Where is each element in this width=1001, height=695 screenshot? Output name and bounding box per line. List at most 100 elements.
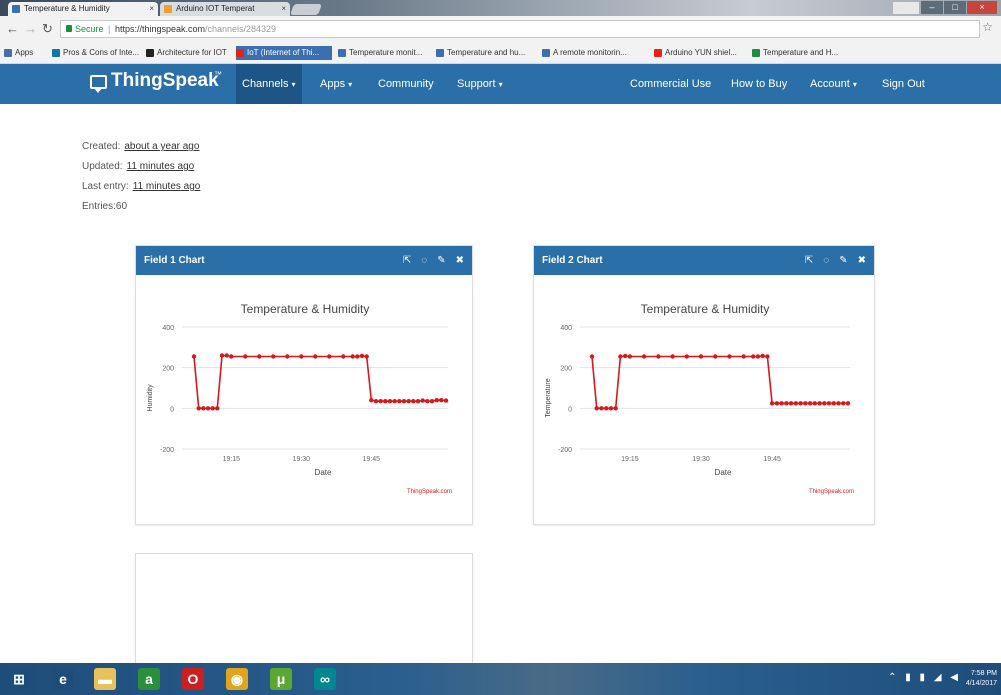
data-point[interactable]: [219, 353, 225, 358]
nav-how-to-buy[interactable]: How to Buy: [725, 64, 793, 104]
data-point[interactable]: [364, 354, 369, 359]
data-point[interactable]: [257, 354, 262, 359]
data-point[interactable]: [224, 353, 229, 358]
data-point[interactable]: [243, 354, 248, 359]
clock[interactable]: 7:58 PM 4/14/2017: [966, 669, 997, 689]
data-point[interactable]: [589, 354, 595, 359]
browser-tab-active[interactable]: Temperature & Humidity ×: [8, 2, 158, 16]
chart-credit-link[interactable]: ThingSpeak.com: [809, 489, 854, 495]
data-point[interactable]: [406, 399, 411, 404]
data-point[interactable]: [439, 398, 444, 403]
pencil-icon[interactable]: ✎: [437, 246, 445, 275]
maximize-icon[interactable]: □: [944, 1, 966, 14]
data-point[interactable]: [613, 406, 618, 411]
data-point[interactable]: [788, 401, 794, 406]
pencil-icon[interactable]: ✎: [839, 246, 847, 275]
profile-button[interactable]: [893, 2, 919, 14]
window-close-icon[interactable]: ×: [967, 1, 997, 14]
bookmark-item[interactable]: A remote monitorin...: [542, 46, 648, 60]
address-bar[interactable]: Secure | https://thingspeak.com /channel…: [60, 20, 980, 38]
data-point[interactable]: [755, 354, 761, 359]
browser-tab[interactable]: Arduino IOT Temperat ×: [160, 2, 290, 16]
data-point[interactable]: [299, 354, 304, 359]
data-point[interactable]: [812, 401, 817, 406]
data-point[interactable]: [807, 401, 813, 406]
data-point[interactable]: [191, 354, 197, 359]
data-point[interactable]: [798, 401, 803, 406]
bookmark-item[interactable]: Architecture for IOT: [146, 46, 230, 60]
data-point[interactable]: [434, 398, 439, 403]
data-point[interactable]: [784, 401, 789, 406]
last-entry-value-link[interactable]: 11 minutes ago: [133, 181, 201, 192]
data-point[interactable]: [803, 401, 808, 406]
bookmark-item[interactable]: Temperature monit...: [338, 46, 430, 60]
data-point[interactable]: [210, 406, 215, 411]
nav-sign-out[interactable]: Sign Out: [876, 64, 931, 104]
arduino-icon[interactable]: ∞: [314, 668, 336, 690]
data-point[interactable]: [196, 406, 201, 411]
file-explorer-icon[interactable]: ▬: [94, 668, 116, 690]
nav-channels[interactable]: Channels ▾: [236, 64, 302, 104]
nav-apps[interactable]: Apps ▾: [314, 64, 358, 104]
data-point[interactable]: [369, 398, 374, 403]
reload-icon[interactable]: ↻: [42, 21, 53, 37]
internet-explorer-icon[interactable]: e: [52, 668, 74, 690]
data-point[interactable]: [713, 354, 718, 359]
data-point[interactable]: [836, 401, 841, 406]
data-point[interactable]: [373, 399, 379, 404]
nav-support[interactable]: Support ▾: [451, 64, 509, 104]
nav-commercial-use[interactable]: Commercial Use: [624, 64, 717, 104]
data-point[interactable]: [608, 406, 614, 411]
data-point[interactable]: [397, 399, 402, 404]
data-point[interactable]: [618, 354, 623, 359]
data-point[interactable]: [429, 399, 435, 404]
data-point[interactable]: [215, 406, 220, 411]
data-point[interactable]: [425, 399, 430, 404]
data-point[interactable]: [313, 354, 318, 359]
windows-start-icon[interactable]: ⊞: [8, 668, 30, 690]
data-point[interactable]: [383, 399, 388, 404]
data-point[interactable]: [684, 354, 689, 359]
bookmark-star-icon[interactable]: ☆: [982, 20, 993, 34]
data-point[interactable]: [604, 406, 609, 411]
data-point[interactable]: [420, 398, 425, 403]
data-point[interactable]: [594, 406, 599, 411]
bookmark-item[interactable]: Arduino YUN shiel...: [654, 46, 746, 60]
close-icon[interactable]: ✖: [858, 246, 866, 275]
data-point[interactable]: [831, 401, 836, 406]
data-point[interactable]: [765, 354, 770, 359]
nav-account[interactable]: Account ▾: [804, 64, 863, 104]
data-point[interactable]: [627, 354, 633, 359]
data-point[interactable]: [359, 353, 365, 359]
utorrent-icon[interactable]: μ: [270, 668, 292, 690]
opera-icon[interactable]: O: [182, 668, 204, 690]
data-point[interactable]: [201, 406, 206, 411]
data-point[interactable]: [845, 401, 851, 406]
tab-close-icon[interactable]: ×: [281, 2, 286, 16]
comment-icon[interactable]: ◌: [421, 246, 427, 275]
data-point[interactable]: [392, 399, 397, 404]
close-icon[interactable]: ✖: [456, 246, 464, 275]
data-point[interactable]: [656, 354, 661, 359]
new-tab-button[interactable]: [289, 4, 323, 15]
data-point[interactable]: [670, 354, 675, 359]
data-point[interactable]: [826, 401, 832, 406]
created-value-link[interactable]: about a year ago: [124, 141, 199, 152]
comment-icon[interactable]: ◌: [823, 246, 829, 275]
data-point[interactable]: [387, 399, 393, 404]
data-point[interactable]: [698, 354, 704, 359]
data-point[interactable]: [327, 354, 332, 359]
data-point[interactable]: [443, 398, 449, 403]
data-point[interactable]: [341, 354, 346, 359]
system-tray-icons[interactable]: ⌃ ▮ ▮ ◢ ◀: [888, 672, 961, 683]
chart-credit-link[interactable]: ThingSpeak.com: [407, 489, 452, 495]
store-icon[interactable]: a: [138, 668, 160, 690]
data-point[interactable]: [271, 354, 276, 359]
data-point[interactable]: [401, 399, 407, 404]
data-point[interactable]: [822, 401, 827, 406]
data-point[interactable]: [411, 399, 416, 404]
tab-close-icon[interactable]: ×: [149, 2, 154, 16]
data-point[interactable]: [623, 353, 628, 359]
minimize-icon[interactable]: –: [921, 1, 943, 14]
data-point[interactable]: [641, 354, 647, 359]
